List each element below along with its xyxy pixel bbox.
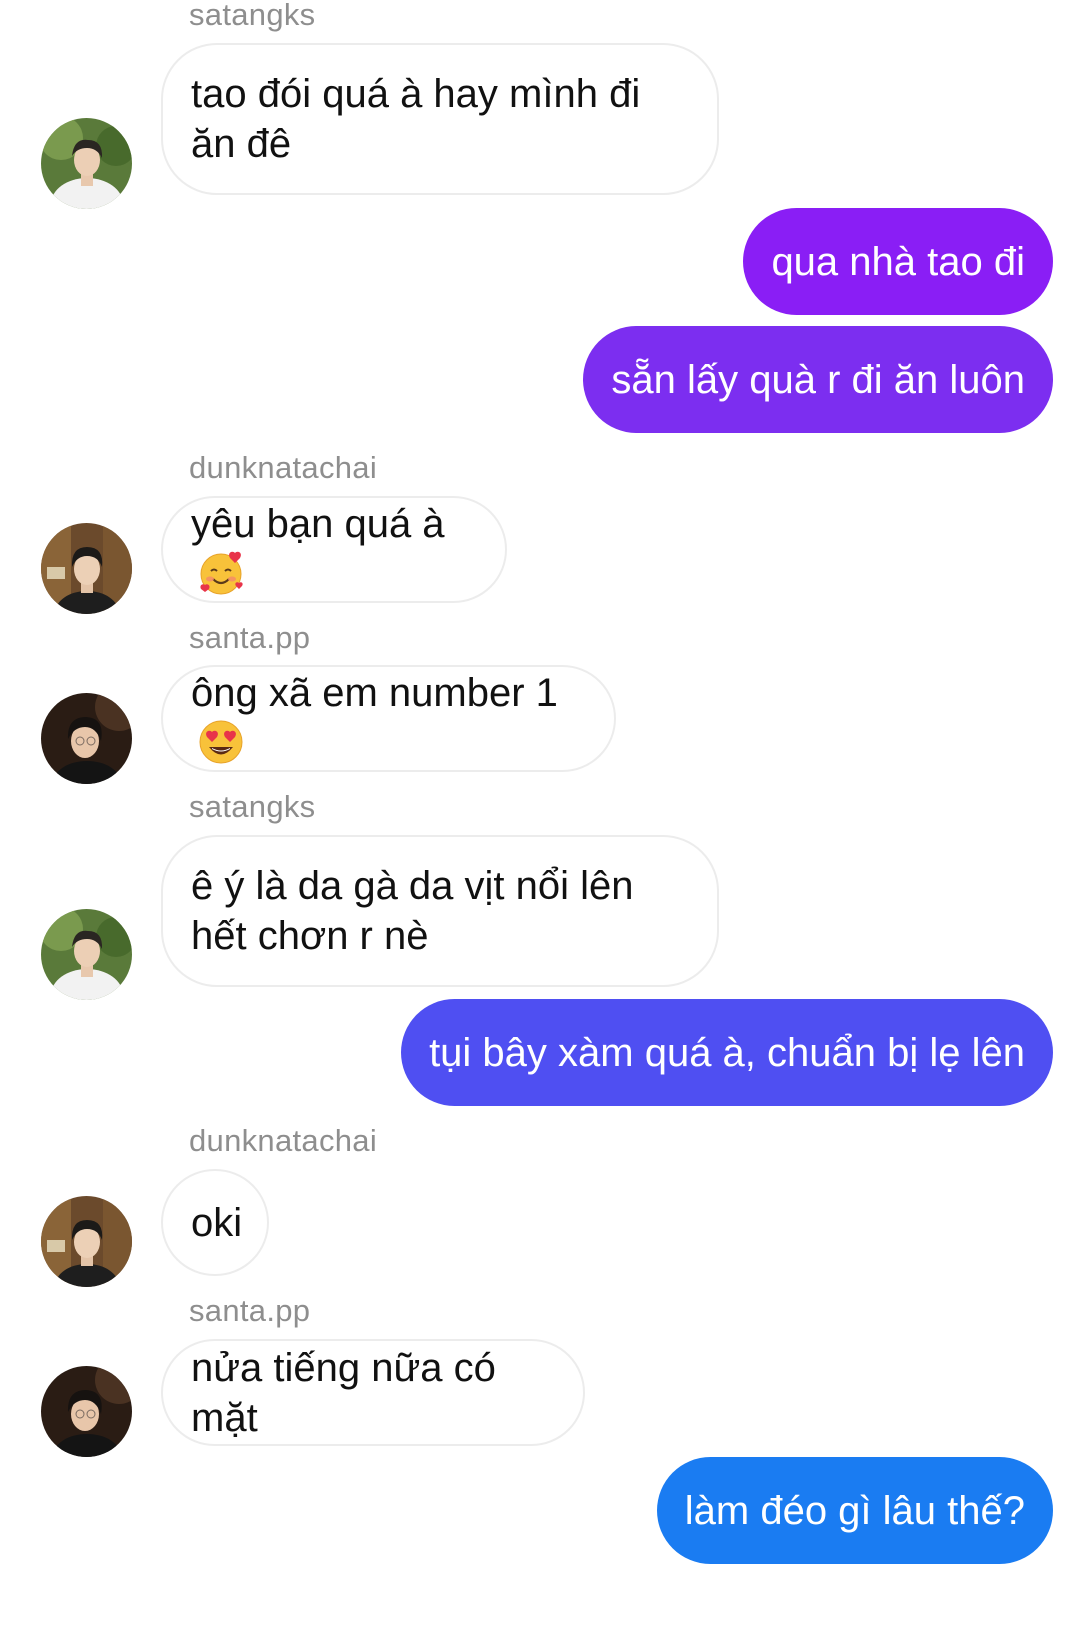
message-text: nửa tiếng nữa có mặt [191,1345,496,1440]
sender-name: satangks [189,0,316,32]
message-text: ông xã em number 1 [191,670,558,715]
message-text: yêu bạn quá à [191,501,445,546]
sender-name: dunknatachai [189,1123,378,1158]
avatar-dunknatachai-image [41,523,132,614]
chat-thread[interactable]: satangks tao đói quá à hay mình đi ăn đê… [0,0,1080,1647]
incoming-message-bubble[interactable]: ông xã em number 1 [161,665,616,772]
smiling-face-with-hearts-icon [200,552,243,595]
incoming-message-bubble[interactable]: tao đói quá à hay mình đi ăn đê [161,43,719,195]
message-text: sẵn lấy quà r đi ăn luôn [611,357,1025,402]
message-text: ê ý là da gà da vịt nổi lên hết chơn r n… [191,864,634,958]
message-text: tao đói quá à hay mình đi ăn đê [191,72,641,166]
outgoing-message-bubble[interactable]: sẵn lấy quà r đi ăn luôn [583,326,1053,433]
sender-name: santa.pp [189,1293,311,1328]
avatar-santa[interactable] [41,693,132,784]
outgoing-message-bubble[interactable]: làm đéo gì lâu thế? [656,1457,1053,1564]
sender-name: santa.pp [189,620,311,655]
outgoing-message-bubble[interactable]: tụi bây xàm quá à, chuẩn bị lẹ lên [401,999,1053,1106]
avatar-satangks[interactable] [41,909,132,1000]
message-content: ông xã em number 1 [191,668,586,769]
avatar-santa[interactable] [41,1366,132,1457]
outgoing-message-bubble[interactable]: qua nhà tao đi [743,208,1053,315]
avatar-satangks[interactable] [41,118,132,209]
avatar-dunknatachai-image [41,1196,132,1287]
message-text: qua nhà tao đi [771,239,1025,284]
incoming-message-bubble[interactable]: oki [161,1169,269,1276]
heart-eyes-icon [199,720,243,764]
message-text: tụi bây xàm quá à, chuẩn bị lẹ lên [429,1030,1025,1075]
avatar-dunknatachai[interactable] [41,1196,132,1287]
sender-name: satangks [189,789,316,824]
avatar-satangks-image [41,118,132,209]
incoming-message-bubble[interactable]: yêu bạn quá à [161,496,507,603]
message-content: yêu bạn quá à [191,499,477,600]
incoming-message-bubble[interactable]: ê ý là da gà da vịt nổi lên hết chơn r n… [161,835,719,987]
avatar-santa-image [41,1366,132,1457]
avatar-dunknatachai[interactable] [41,523,132,614]
message-text: làm đéo gì lâu thế? [684,1488,1025,1533]
sender-name: dunknatachai [189,450,378,485]
message-text: oki [191,1200,243,1245]
avatar-satangks-image [41,909,132,1000]
incoming-message-bubble[interactable]: nửa tiếng nữa có mặt [161,1339,585,1446]
avatar-santa-image [41,693,132,784]
